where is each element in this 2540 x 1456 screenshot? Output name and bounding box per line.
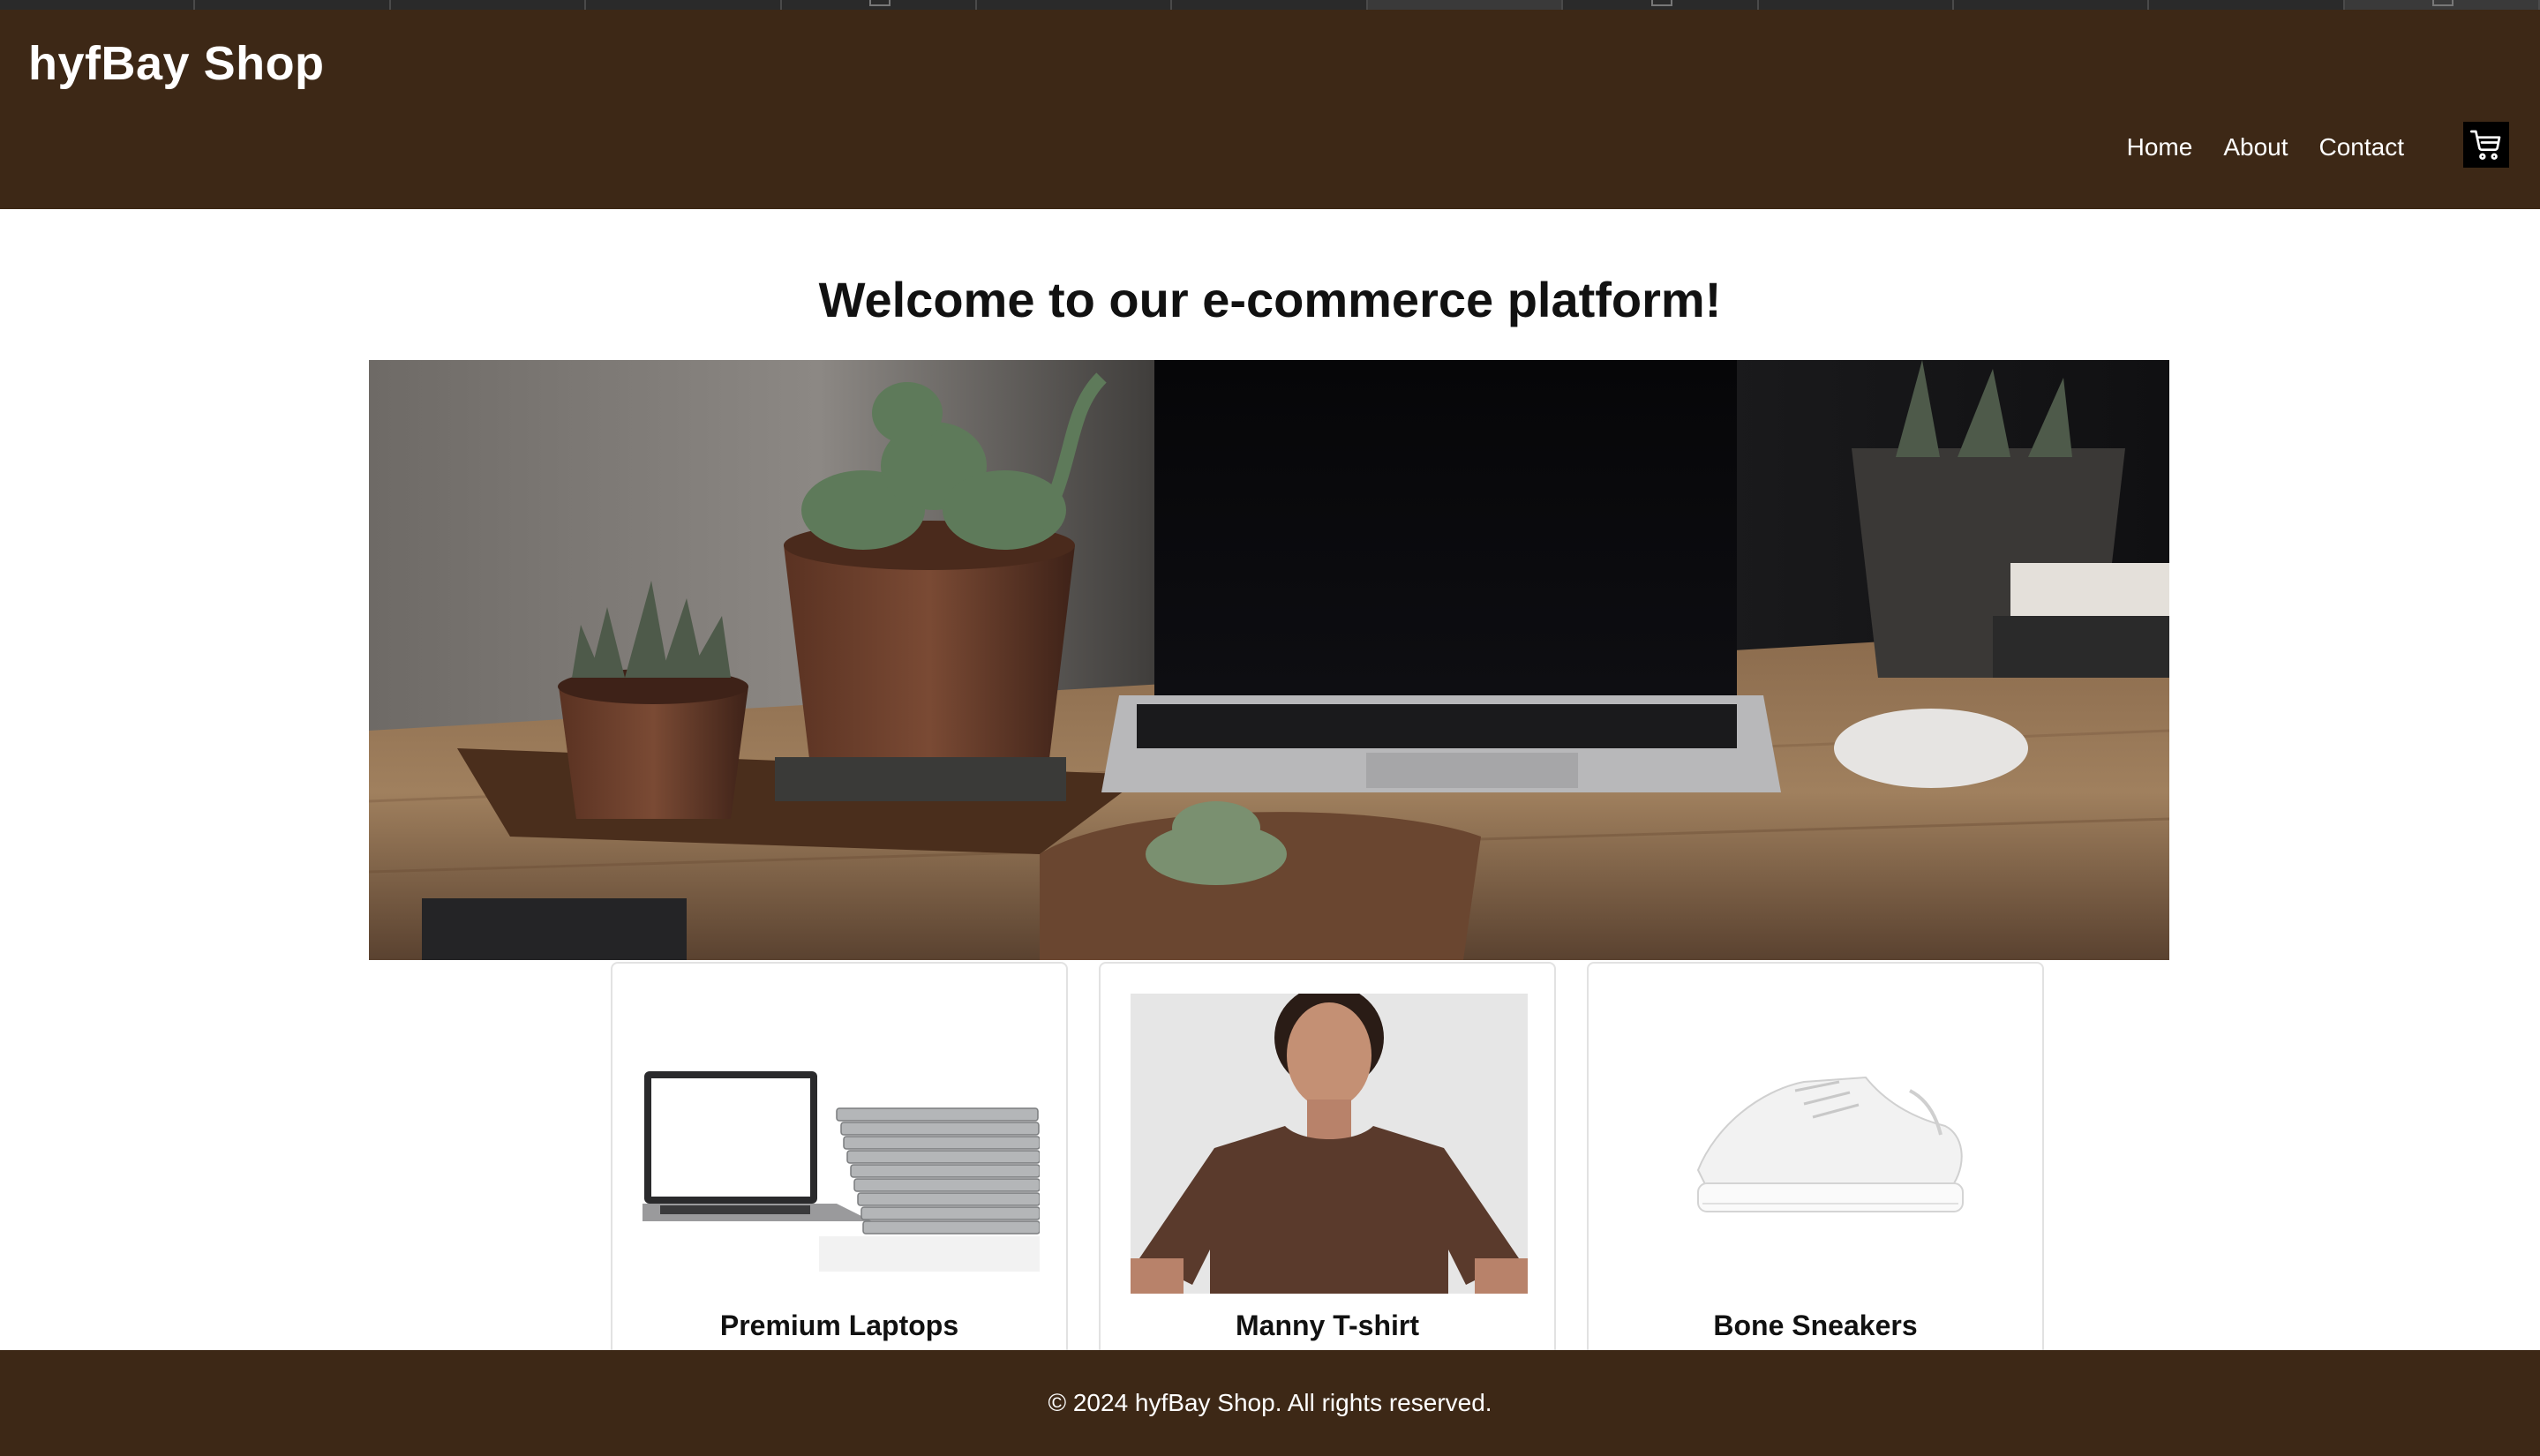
shopping-cart-icon bbox=[2470, 130, 2501, 161]
browser-tab[interactable] bbox=[977, 0, 1173, 10]
site-footer: © 2024 hyfBay Shop. All rights reserved. bbox=[0, 1350, 2540, 1456]
white-sneaker-illustration bbox=[1619, 994, 2016, 1294]
browser-tab[interactable] bbox=[1563, 0, 1759, 10]
nav-link-contact[interactable]: Contact bbox=[2319, 133, 2405, 161]
browser-tab[interactable] bbox=[1172, 0, 1368, 10]
product-image bbox=[1131, 994, 1528, 1294]
nav-link-about[interactable]: About bbox=[2223, 133, 2288, 161]
tab-favicon-icon bbox=[869, 0, 891, 6]
desk-scene-illustration bbox=[369, 360, 2169, 960]
woman-in-brown-tshirt-illustration bbox=[1131, 994, 1528, 1294]
cart-button[interactable] bbox=[2463, 122, 2509, 168]
browser-tab[interactable] bbox=[1954, 0, 2150, 10]
browser-tab-active[interactable] bbox=[1367, 0, 1564, 10]
browser-tab[interactable] bbox=[586, 0, 782, 10]
tab-favicon-icon bbox=[2432, 0, 2454, 6]
main-nav: Home About Contact bbox=[2127, 133, 2404, 161]
browser-tab-strip bbox=[0, 0, 2540, 10]
product-name: Manny T-shirt bbox=[1235, 1310, 1419, 1341]
product-card[interactable]: Bone Sneakers bbox=[1587, 962, 2044, 1403]
browser-tab[interactable] bbox=[2149, 0, 2345, 10]
product-image bbox=[1619, 994, 2016, 1294]
site-header: hyfBay Shop Home About Contact bbox=[0, 10, 2540, 209]
product-name: Premium Laptops bbox=[719, 1310, 959, 1341]
site-brand: hyfBay Shop bbox=[28, 37, 325, 90]
browser-tab[interactable] bbox=[2344, 0, 2540, 10]
hero-image bbox=[369, 360, 2169, 960]
footer-copyright: © 2024 hyfBay Shop. All rights reserved. bbox=[1048, 1389, 1492, 1416]
browser-tab[interactable] bbox=[391, 0, 587, 10]
product-name: Bone Sneakers bbox=[1713, 1310, 1918, 1341]
product-image bbox=[643, 994, 1040, 1294]
product-card[interactable]: Manny T-shirt bbox=[1099, 962, 1556, 1403]
tab-favicon-icon bbox=[1650, 0, 1672, 6]
browser-tab[interactable] bbox=[195, 0, 391, 10]
nav-link-home[interactable]: Home bbox=[2127, 133, 2193, 161]
browser-tab[interactable] bbox=[0, 0, 196, 10]
welcome-heading: Welcome to our e-commerce platform! bbox=[818, 272, 1722, 327]
browser-tab[interactable] bbox=[1759, 0, 1954, 10]
browser-tab[interactable] bbox=[782, 0, 977, 10]
laptops-stack-illustration bbox=[643, 994, 1040, 1294]
product-card[interactable]: Premium Laptops bbox=[611, 962, 1068, 1403]
